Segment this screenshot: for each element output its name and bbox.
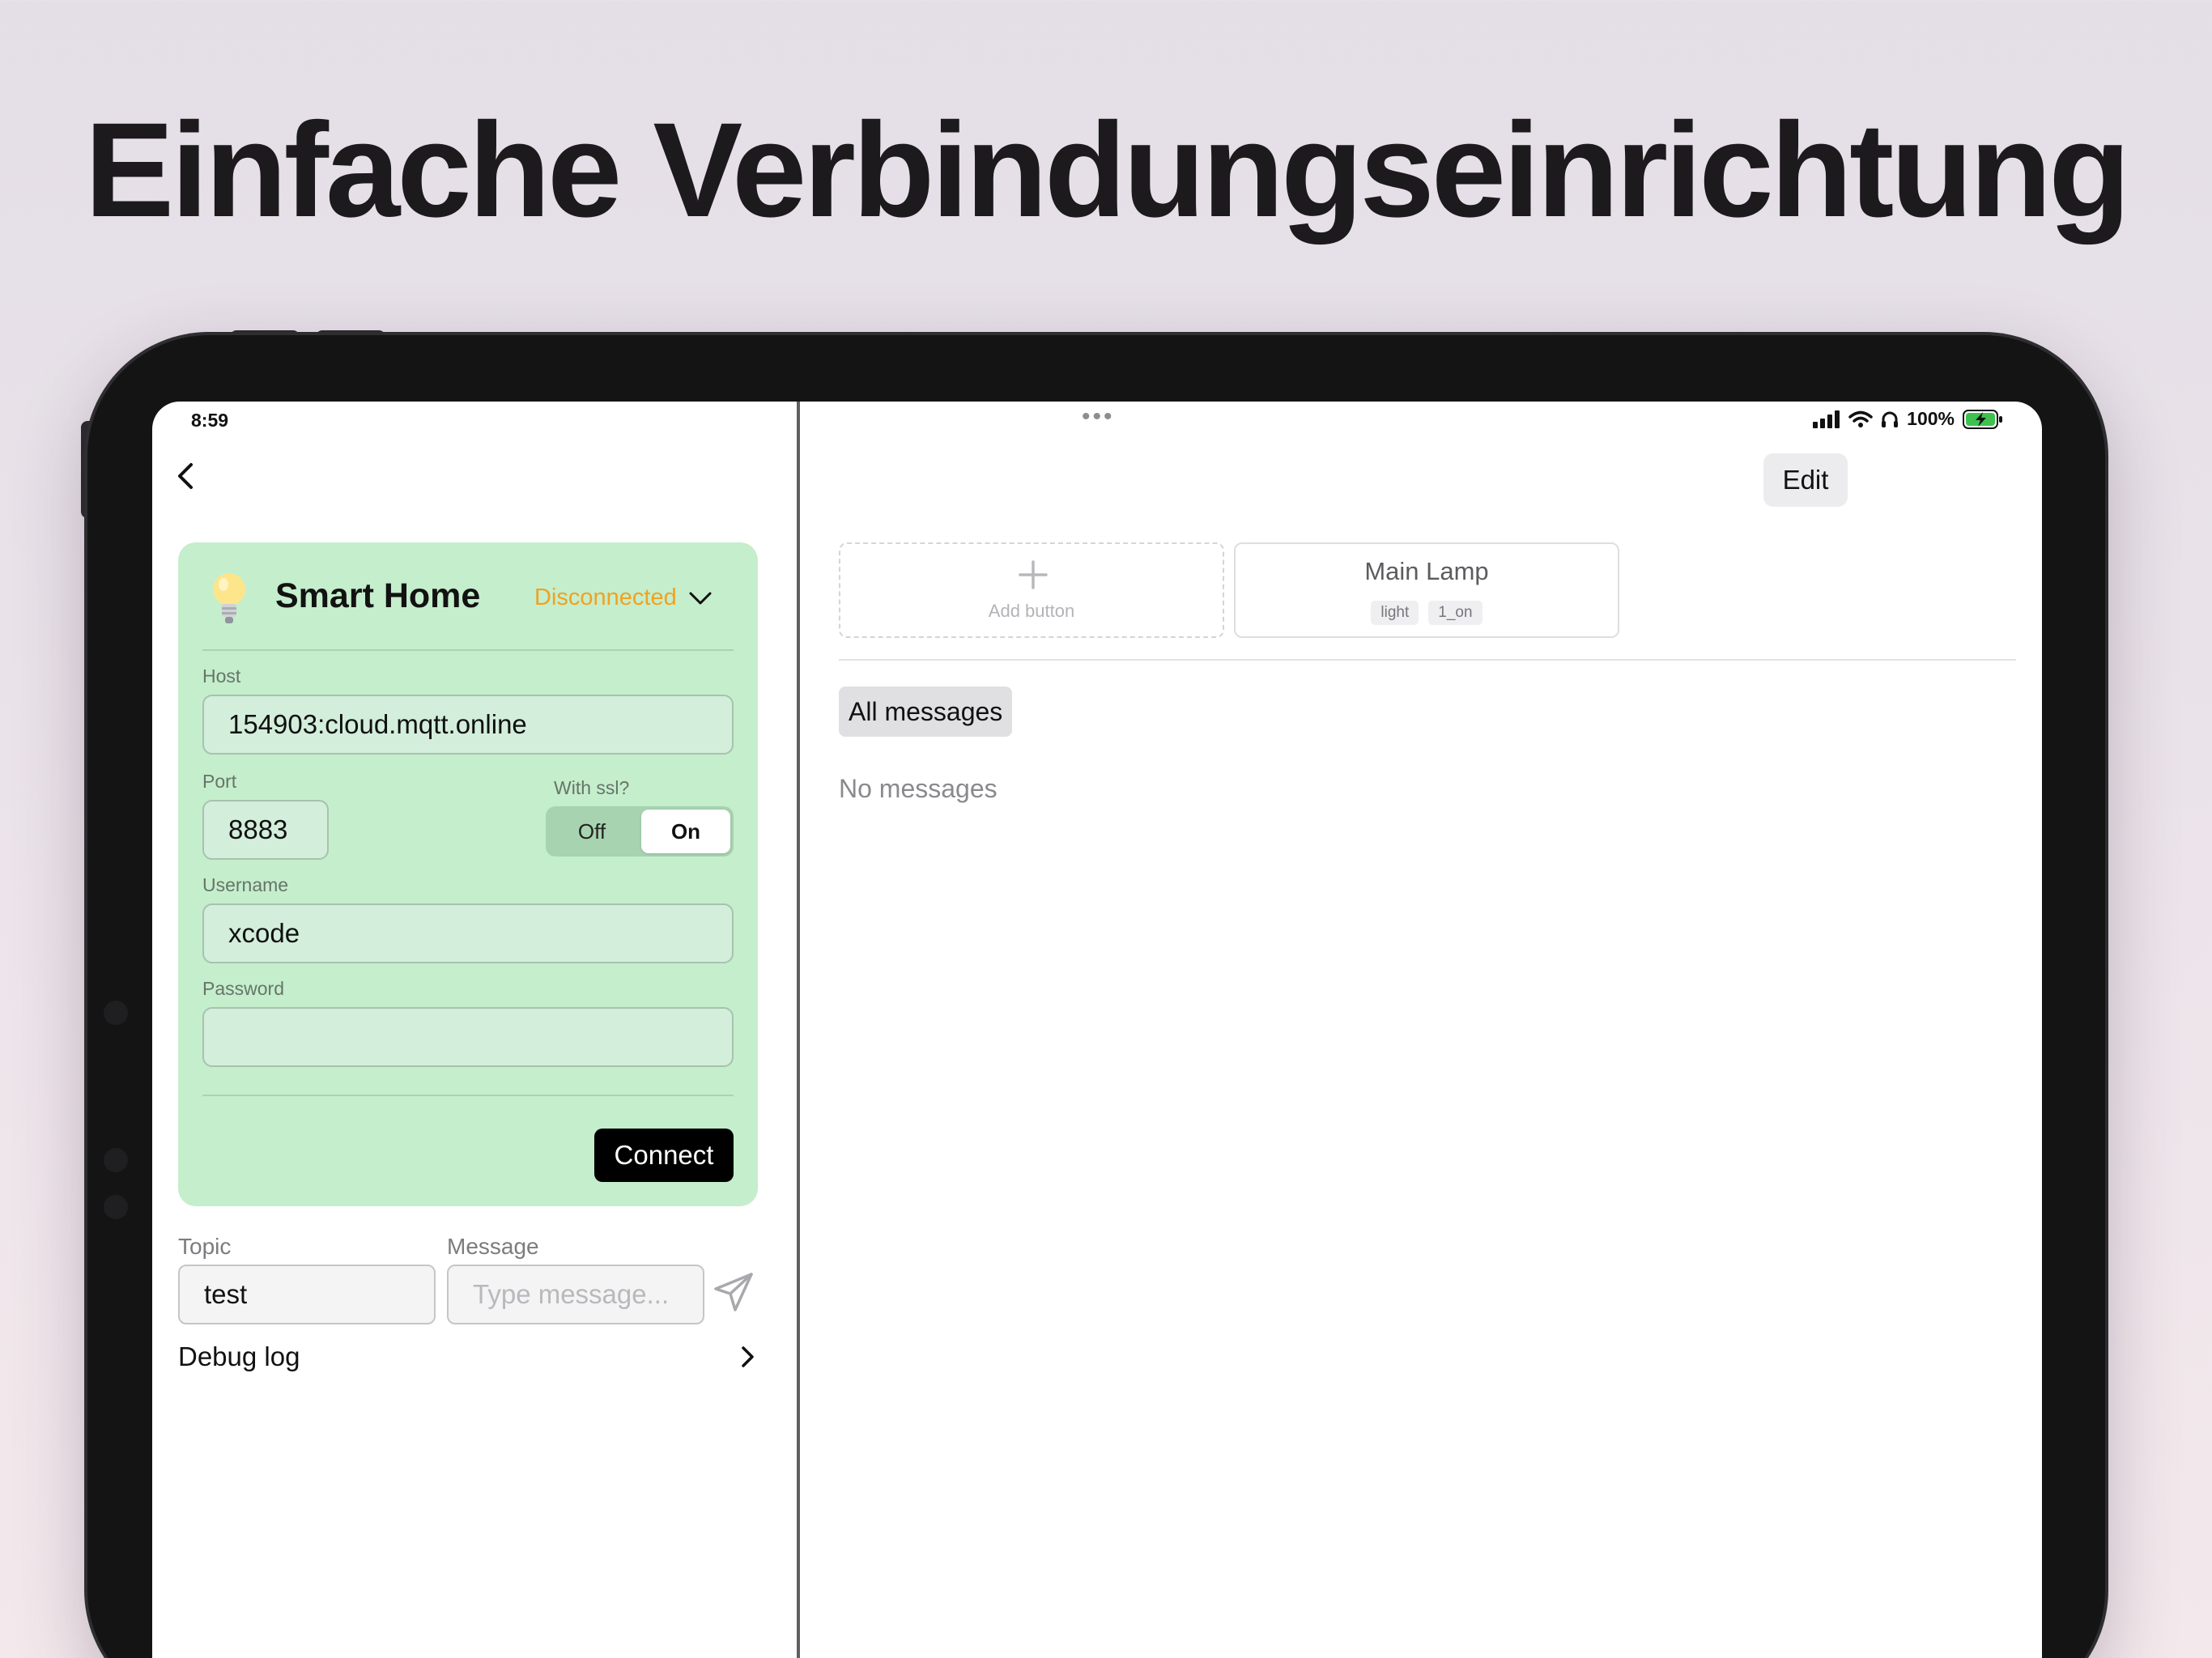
password-label: Password — [202, 978, 284, 999]
headphones-icon — [1882, 411, 1899, 427]
debug-log-row[interactable]: Debug log — [178, 1333, 758, 1381]
port-label: Port — [202, 771, 237, 792]
multitasking-dots-icon[interactable]: ••• — [1082, 403, 1115, 431]
username-label: Username — [202, 874, 289, 895]
camera-sensor-dot — [104, 1195, 128, 1219]
edit-button[interactable]: Edit — [1763, 453, 1848, 507]
main-lamp-button[interactable]: Main Lamp light 1_on — [1234, 542, 1619, 638]
port-field[interactable]: 8883 — [202, 800, 329, 860]
button-tag: 1_on — [1428, 601, 1482, 625]
all-messages-filter[interactable]: All messages — [839, 687, 1013, 737]
camera-sensor-dot — [104, 1148, 128, 1172]
battery-charging-icon — [1963, 409, 2002, 429]
button-title: Main Lamp — [1364, 557, 1489, 585]
right-divider — [839, 659, 2016, 661]
ssl-on-option[interactable]: On — [641, 810, 730, 853]
connect-button[interactable]: Connect — [594, 1129, 734, 1182]
button-tag: light — [1371, 601, 1419, 625]
connection-status-dropdown[interactable]: Disconnected — [534, 585, 713, 611]
card-divider — [202, 1095, 734, 1096]
button-tags: light 1_on — [1236, 601, 1618, 625]
battery-percent: 100% — [1907, 408, 1955, 429]
host-label: Host — [202, 665, 241, 687]
ssl-label: With ssl? — [554, 777, 630, 798]
signal-icon — [1813, 410, 1840, 428]
lightbulb-icon — [213, 573, 245, 623]
send-icon[interactable] — [713, 1271, 755, 1313]
add-button-label: Add button — [988, 601, 1075, 621]
status-right: 100% — [1813, 408, 2003, 430]
topic-field[interactable]: test — [178, 1265, 436, 1324]
ssl-off-option[interactable]: Off — [546, 806, 638, 857]
camera-sensor-dot — [104, 1001, 128, 1025]
message-label: Message — [447, 1234, 539, 1259]
chevron-right-icon — [742, 1346, 754, 1367]
back-chevron-icon[interactable] — [170, 460, 202, 492]
ssl-segmented-control: Off On — [546, 806, 734, 857]
wifi-icon — [1848, 410, 1873, 427]
connection-status: Disconnected — [534, 585, 677, 610]
message-input[interactable] — [447, 1265, 704, 1324]
host-field[interactable]: 154903:cloud.mqtt.online — [202, 695, 734, 755]
split-view-divider[interactable] — [797, 402, 800, 1658]
password-field[interactable] — [202, 1007, 734, 1067]
connection-card: Smart Home Disconnected Host 154903:clou… — [178, 542, 758, 1206]
status-time: 8:59 — [191, 410, 229, 431]
card-divider — [202, 649, 734, 651]
connection-header[interactable]: Smart Home Disconnected — [178, 542, 758, 654]
headline: Einfache Verbindungseinrichtung — [84, 96, 2130, 245]
screen: 8:59 ••• 100% Smart Home Disconnected Ho… — [152, 402, 2042, 1658]
empty-messages-label: No messages — [839, 774, 998, 803]
username-field[interactable]: xcode — [202, 903, 734, 963]
add-button-tile[interactable]: Add button — [839, 542, 1224, 638]
debug-log-label: Debug log — [178, 1341, 300, 1371]
connection-name: Smart Home — [275, 576, 481, 615]
topic-label: Topic — [178, 1234, 232, 1259]
plus-icon — [1019, 560, 1048, 589]
chevron-down-icon — [689, 592, 712, 604]
